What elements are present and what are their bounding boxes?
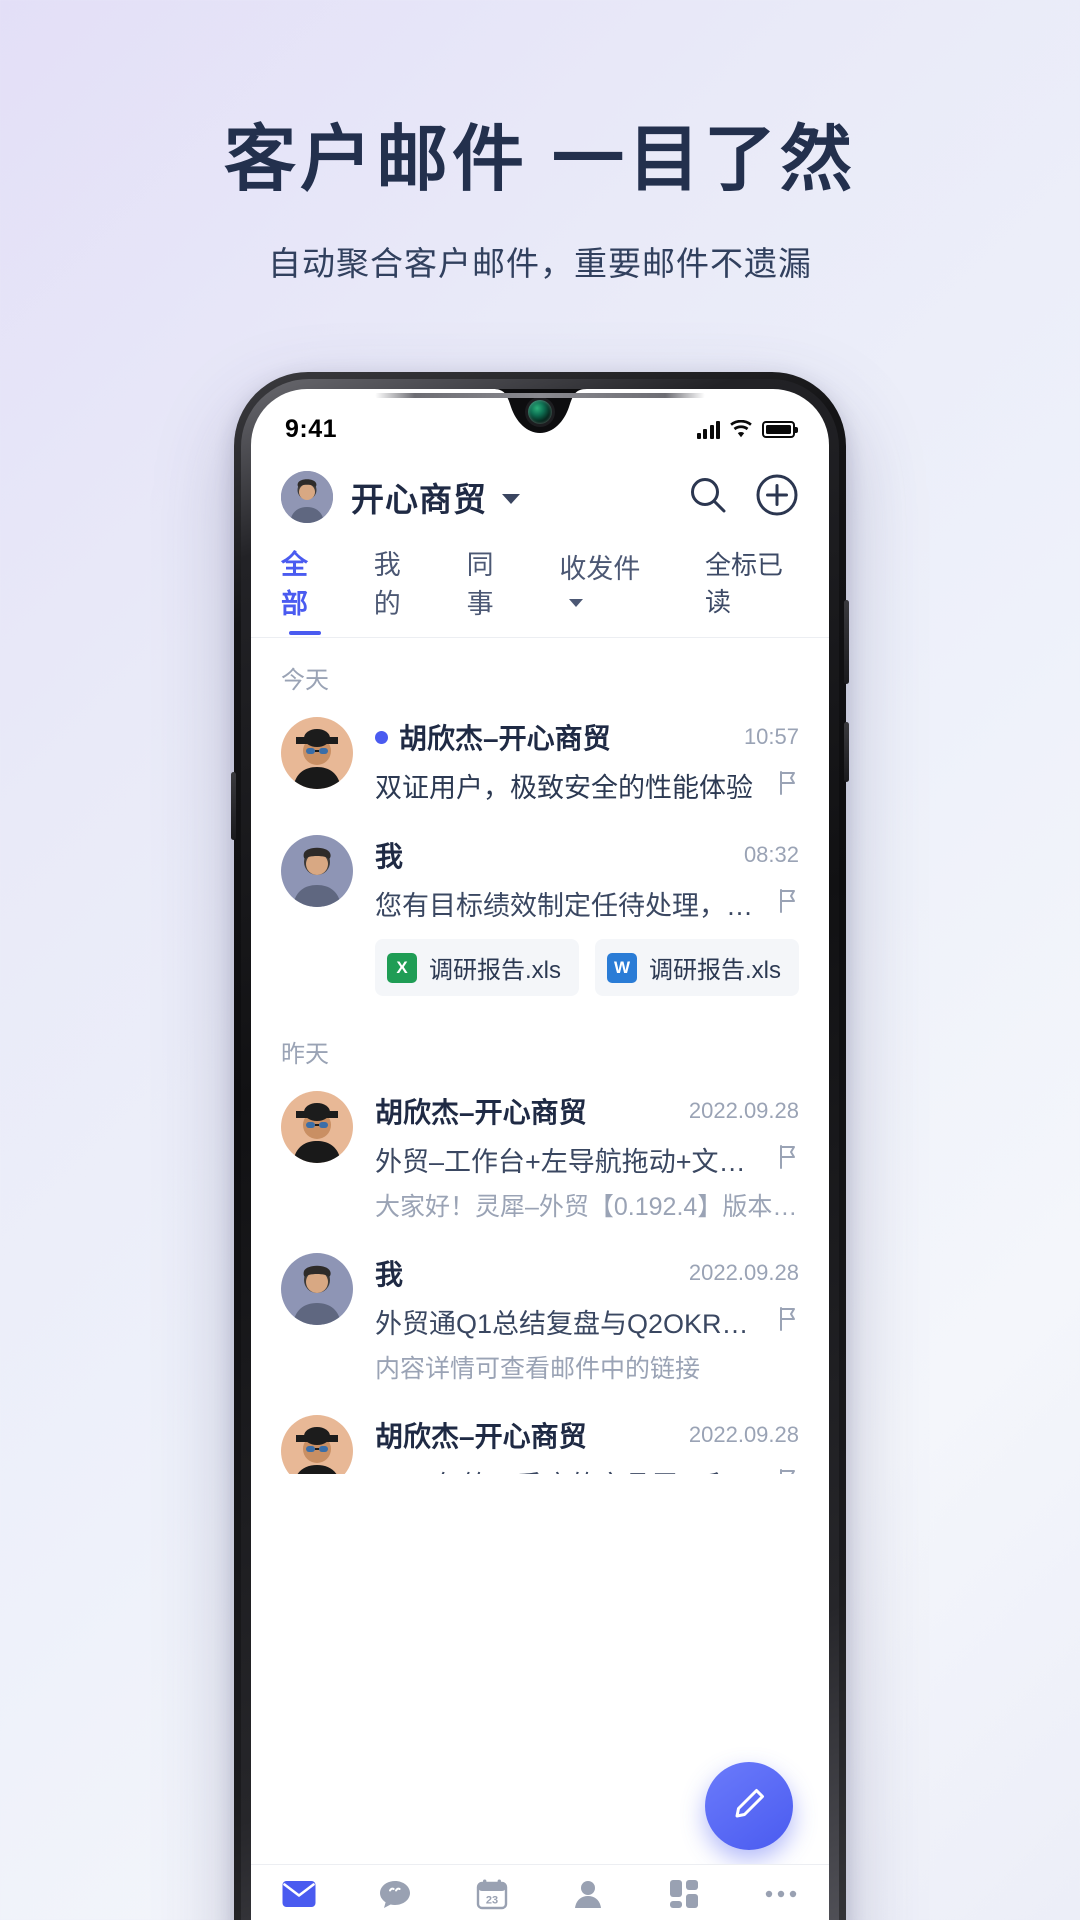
mail-icon xyxy=(281,1875,317,1913)
avatar xyxy=(281,717,353,789)
volume-button[interactable] xyxy=(844,722,849,782)
tab-mine-label: 我的 xyxy=(373,550,401,619)
nav-item-more[interactable]: 更多 xyxy=(733,1875,829,1920)
mail-subject: 外贸–工作台+左导航拖动+文档聚合上... xyxy=(375,1147,763,1177)
battery-icon xyxy=(762,420,798,438)
mail-sender: 胡欣杰–开心商贸 xyxy=(375,1097,587,1128)
side-button-left[interactable] xyxy=(231,772,236,840)
calendar-icon: 23 xyxy=(476,1875,508,1913)
mail-time: 10:57 xyxy=(743,724,799,749)
compose-button[interactable] xyxy=(705,1762,793,1850)
earpiece-speaker xyxy=(375,393,705,398)
phone-frame: 9:41 开心商贸 全部 我的 同事 收发件 全标已读 今天 胡欣杰–开心商贸 … xyxy=(231,372,849,1920)
nav-item-messages[interactable]: 消息 xyxy=(347,1875,443,1920)
mail-subject: 双证用户，极致安全的性能体验 xyxy=(375,773,753,803)
mail-sender: 我 xyxy=(375,1259,404,1290)
day-label-yesterday: 昨天 xyxy=(281,1041,329,1068)
attachment-list: X 调研报告.xls W 调研报告.xls xyxy=(375,939,799,996)
attachment-chip[interactable]: W 调研报告.xls xyxy=(595,939,799,996)
mail-sender: 胡欣杰–开心商贸 xyxy=(375,1421,587,1452)
svg-text:23: 23 xyxy=(486,1895,498,1907)
mark-all-read-button[interactable]: 全标已读 xyxy=(705,545,799,635)
nav-item-customers[interactable]: 客户 xyxy=(540,1875,636,1920)
phone-mockup: 9:41 开心商贸 全部 我的 同事 收发件 全标已读 今天 胡欣杰–开心商贸 … xyxy=(231,372,849,1920)
tab-sendreceive-label: 收发件 xyxy=(559,554,641,584)
mail-sender: 我 xyxy=(375,841,404,872)
day-label-today: 今天 xyxy=(281,667,329,694)
bottom-navigation: 邮箱 消息 xyxy=(251,1864,829,1920)
flag-icon[interactable] xyxy=(777,1144,799,1175)
compose-pencil-icon xyxy=(729,1784,769,1829)
mail-subject: 外贸通Q1总结复盘与Q2OKR制定 xyxy=(375,1309,763,1339)
nav-item-mail[interactable]: 邮箱 xyxy=(251,1875,347,1920)
org-name[interactable]: 开心商贸 xyxy=(351,473,487,521)
attachment-name: 调研报告.xls xyxy=(429,957,561,984)
mail-sender: 胡欣杰–开心商贸 xyxy=(399,723,611,754)
excel-file-icon: X xyxy=(387,952,417,983)
power-button[interactable] xyxy=(844,600,849,684)
mail-subject: 您有目标绩效制定任待处理，请及时添加... xyxy=(375,891,763,921)
contact-icon xyxy=(571,1875,605,1913)
mail-subject: 2023年第一季度的产品展示和样本需求... xyxy=(375,1464,763,1474)
mail-list-item[interactable]: 胡欣杰–开心商贸 2022.09.28 外贸–工作台+左导航拖动+文档聚合上..… xyxy=(251,1077,829,1239)
wifi-icon xyxy=(729,419,753,439)
app-header: 开心商贸 xyxy=(251,455,829,529)
attachment-chip[interactable]: X 调研报告.xls xyxy=(375,939,579,996)
mail-preview: 内容详情可查看邮件中的链接 xyxy=(375,1355,701,1383)
tab-all[interactable]: 全部 xyxy=(281,543,330,637)
phone-screen: 9:41 开心商贸 全部 我的 同事 收发件 全标已读 今天 胡欣杰–开心商贸 … xyxy=(251,389,829,1920)
mail-list-item[interactable]: 胡欣杰–开心商贸 10:57 双证用户，极致安全的性能体验 xyxy=(251,703,829,821)
mail-list[interactable]: 今天 胡欣杰–开心商贸 10:57 双证用户，极致安全的性能体验 我 08:32… xyxy=(251,638,829,1474)
mail-list-item[interactable]: 我 08:32 您有目标绩效制定任待处理，请及时添加... xyxy=(251,821,829,1012)
nav-item-calendar[interactable]: 23 日历 xyxy=(444,1875,540,1920)
tab-colleagues[interactable]: 同事 xyxy=(467,543,516,637)
page-title: 客户邮件 一目了然 xyxy=(223,120,856,200)
avatar xyxy=(281,1091,353,1163)
flag-icon[interactable] xyxy=(777,888,799,919)
status-time: 9:41 xyxy=(285,414,338,443)
tab-sendreceive[interactable]: 收发件 xyxy=(559,547,661,633)
word-file-icon: W xyxy=(607,952,637,983)
search-icon[interactable] xyxy=(687,474,729,521)
flag-icon[interactable] xyxy=(777,1306,799,1337)
plus-circle-icon[interactable] xyxy=(755,473,799,522)
mail-preview: 大家好！灵犀–外贸【0.192.4】版本，经过... xyxy=(375,1193,799,1221)
mail-time: 2022.09.28 xyxy=(688,1422,799,1447)
tab-bar: 全部 我的 同事 收发件 全标已读 xyxy=(251,529,829,638)
flag-icon[interactable] xyxy=(777,1468,799,1474)
more-dots-icon xyxy=(764,1875,798,1913)
mail-list-item[interactable]: 我 2022.09.28 外贸通Q1总结复盘与Q2OKR制定 内容详情可查看邮件… xyxy=(251,1239,829,1401)
page-subtitle: 自动聚合客户邮件，重要邮件不遗漏 xyxy=(268,244,812,282)
avatar xyxy=(281,835,353,907)
chat-icon xyxy=(377,1875,413,1913)
nav-item-workbench[interactable]: 工作台 xyxy=(636,1875,732,1920)
chevron-down-icon xyxy=(569,599,584,607)
avatar xyxy=(281,1415,353,1474)
workbench-icon xyxy=(668,1875,700,1913)
flag-icon[interactable] xyxy=(777,770,799,801)
tab-colleagues-label: 同事 xyxy=(466,550,494,619)
tab-all-label: 全部 xyxy=(281,550,308,619)
status-bar: 9:41 xyxy=(251,389,829,455)
attachment-name: 调研报告.xls xyxy=(649,957,781,984)
signal-bars-icon xyxy=(696,420,720,439)
mail-list-item[interactable]: 胡欣杰–开心商贸 2022.09.28 2023年第一季度的产品展示和样本需求.… xyxy=(251,1401,829,1474)
mail-time: 2022.09.28 xyxy=(688,1098,799,1123)
avatar[interactable] xyxy=(281,471,333,523)
tab-mine[interactable]: 我的 xyxy=(374,543,423,637)
avatar xyxy=(281,1253,353,1325)
promo-header: 客户邮件 一目了然 自动聚合客户邮件，重要邮件不遗漏 xyxy=(0,0,1080,285)
chevron-down-icon[interactable] xyxy=(502,494,520,504)
mail-time: 08:32 xyxy=(743,842,799,867)
unread-dot xyxy=(375,730,388,744)
mail-time: 2022.09.28 xyxy=(688,1260,799,1285)
